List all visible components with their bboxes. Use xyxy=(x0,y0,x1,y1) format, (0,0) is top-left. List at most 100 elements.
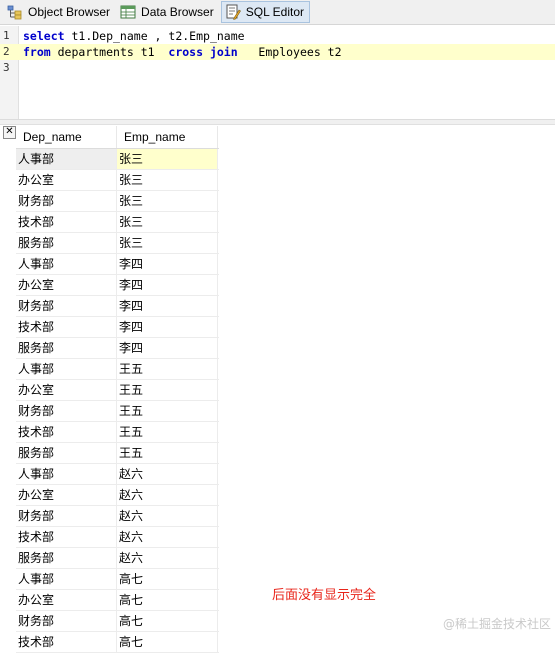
code-text: from departments t1 cross join Employees… xyxy=(23,44,342,60)
line-number: 1 xyxy=(3,29,10,42)
table-row[interactable]: 技术部 王五 xyxy=(16,422,219,443)
cell-emp-name[interactable]: 赵六 xyxy=(117,506,218,526)
cell-emp-name[interactable]: 李四 xyxy=(117,254,218,274)
cell-emp-name[interactable]: 王五 xyxy=(117,359,218,379)
cell-emp-name[interactable]: 李四 xyxy=(117,338,218,358)
table-row[interactable]: 办公室 张三 xyxy=(16,170,219,191)
cell-dep-name[interactable]: 服务部 xyxy=(16,443,117,463)
tab-label: Object Browser xyxy=(28,5,111,19)
table-row[interactable]: 技术部 高七 xyxy=(16,632,219,653)
cell-dep-name[interactable]: 人事部 xyxy=(16,359,117,379)
cell-emp-name[interactable]: 赵六 xyxy=(117,548,218,568)
table-row[interactable]: 服务部 赵六 xyxy=(16,548,219,569)
cell-dep-name[interactable]: 人事部 xyxy=(16,254,117,274)
cell-dep-name[interactable]: 技术部 xyxy=(16,317,117,337)
cell-dep-name[interactable]: 人事部 xyxy=(16,149,117,169)
sql-text: Employees t2 xyxy=(237,45,342,59)
table-row[interactable]: 办公室 王五 xyxy=(16,380,219,401)
table-row[interactable]: 服务部 李四 xyxy=(16,338,219,359)
table-row[interactable]: 财务部 高七 xyxy=(16,611,219,632)
cell-emp-name[interactable]: 高七 xyxy=(117,611,218,631)
cell-dep-name[interactable]: 办公室 xyxy=(16,485,117,505)
close-results-icon[interactable]: ✕ xyxy=(3,126,16,139)
cell-dep-name[interactable]: 服务部 xyxy=(16,338,117,358)
table-row[interactable]: 人事部 高七 xyxy=(16,569,219,590)
table-row[interactable]: 技术部 赵六 xyxy=(16,527,219,548)
cell-emp-name[interactable]: 高七 xyxy=(117,590,218,610)
cell-dep-name[interactable]: 财务部 xyxy=(16,401,117,421)
tab-sql-editor[interactable]: SQL Editor xyxy=(220,1,310,23)
grid-header: Dep_name Emp_name xyxy=(16,126,219,149)
cell-dep-name[interactable]: 办公室 xyxy=(16,170,117,190)
editor-line[interactable]: 1 select t1.Dep_name , t2.Emp_name xyxy=(0,28,555,44)
cell-dep-name[interactable]: 办公室 xyxy=(16,380,117,400)
editor-line[interactable]: 3 xyxy=(0,60,555,76)
table-row[interactable]: 财务部 赵六 xyxy=(16,506,219,527)
cell-dep-name[interactable]: 办公室 xyxy=(16,275,117,295)
cell-emp-name[interactable]: 张三 xyxy=(117,170,218,190)
sql-keyword: select xyxy=(23,29,65,43)
cell-emp-name[interactable]: 王五 xyxy=(117,380,218,400)
cell-emp-name[interactable]: 李四 xyxy=(117,317,218,337)
cell-emp-name[interactable]: 高七 xyxy=(117,632,218,652)
cell-dep-name[interactable]: 财务部 xyxy=(16,506,117,526)
cell-dep-name[interactable]: 办公室 xyxy=(16,590,117,610)
cell-emp-name[interactable]: 李四 xyxy=(117,275,218,295)
cell-dep-name[interactable]: 人事部 xyxy=(16,464,117,484)
cell-dep-name[interactable]: 技术部 xyxy=(16,212,117,232)
cell-dep-name[interactable]: 技术部 xyxy=(16,632,117,652)
annotation-note: 后面没有显示完全 xyxy=(272,588,377,603)
cell-emp-name[interactable]: 赵六 xyxy=(117,485,218,505)
tab-object-browser[interactable]: Object Browser xyxy=(4,1,115,23)
table-row[interactable]: 技术部 张三 xyxy=(16,212,219,233)
table-row[interactable]: 技术部 李四 xyxy=(16,317,219,338)
cell-emp-name[interactable]: 张三 xyxy=(117,191,218,211)
table-row[interactable]: 办公室 赵六 xyxy=(16,485,219,506)
cell-emp-name[interactable]: 王五 xyxy=(117,422,218,442)
table-row[interactable]: 财务部 李四 xyxy=(16,296,219,317)
cell-emp-name[interactable]: 赵六 xyxy=(117,527,218,547)
sql-editor-icon xyxy=(225,4,241,20)
table-row[interactable]: 服务部 王五 xyxy=(16,443,219,464)
line-number: 3 xyxy=(3,61,10,74)
tab-data-browser[interactable]: Data Browser xyxy=(117,1,219,23)
table-row[interactable]: 办公室 高七 xyxy=(16,590,219,611)
cell-emp-name[interactable]: 王五 xyxy=(117,443,218,463)
data-browser-icon xyxy=(120,4,136,20)
column-header-emp-name[interactable]: Emp_name xyxy=(117,126,218,148)
cell-emp-name[interactable]: 张三 xyxy=(117,212,218,232)
cell-dep-name[interactable]: 财务部 xyxy=(16,296,117,316)
tab-label: Data Browser xyxy=(141,5,214,19)
cell-dep-name[interactable]: 服务部 xyxy=(16,233,117,253)
cell-dep-name[interactable]: 技术部 xyxy=(16,422,117,442)
cell-emp-name[interactable]: 赵六 xyxy=(117,464,218,484)
code-text: select t1.Dep_name , t2.Emp_name xyxy=(23,28,245,44)
toolbar-tabs: Object Browser Data Browser SQL Editor xyxy=(0,0,555,25)
table-row[interactable]: 人事部 张三 xyxy=(16,149,219,170)
cell-emp-name[interactable]: 高七 xyxy=(117,569,218,589)
cell-dep-name[interactable]: 财务部 xyxy=(16,191,117,211)
cell-emp-name[interactable]: 李四 xyxy=(117,296,218,316)
editor-line[interactable]: 2 from departments t1 cross join Employee… xyxy=(0,44,555,60)
table-row[interactable]: 办公室 李四 xyxy=(16,275,219,296)
cell-emp-name[interactable]: 张三 xyxy=(117,149,218,169)
sql-text: t1.Dep_name , t2.Emp_name xyxy=(64,29,245,43)
watermark: @稀土掘金技术社区 xyxy=(442,617,551,631)
table-row[interactable]: 人事部 赵六 xyxy=(16,464,219,485)
table-row[interactable]: 财务部 张三 xyxy=(16,191,219,212)
object-browser-icon xyxy=(7,4,23,20)
table-row[interactable]: 财务部 王五 xyxy=(16,401,219,422)
cell-dep-name[interactable]: 服务部 xyxy=(16,548,117,568)
table-row[interactable]: 人事部 李四 xyxy=(16,254,219,275)
splitter[interactable] xyxy=(0,120,555,125)
table-row[interactable]: 服务部 张三 xyxy=(16,233,219,254)
column-header-dep-name[interactable]: Dep_name xyxy=(16,126,117,148)
sql-editor[interactable]: 1 select t1.Dep_name , t2.Emp_name 2 from d… xyxy=(0,26,555,120)
cell-dep-name[interactable]: 人事部 xyxy=(16,569,117,589)
cell-dep-name[interactable]: 财务部 xyxy=(16,611,117,631)
cell-dep-name[interactable]: 技术部 xyxy=(16,527,117,547)
table-row[interactable]: 人事部 王五 xyxy=(16,359,219,380)
cell-emp-name[interactable]: 王五 xyxy=(117,401,218,421)
sql-keyword: cross join xyxy=(168,45,238,59)
cell-emp-name[interactable]: 张三 xyxy=(117,233,218,253)
